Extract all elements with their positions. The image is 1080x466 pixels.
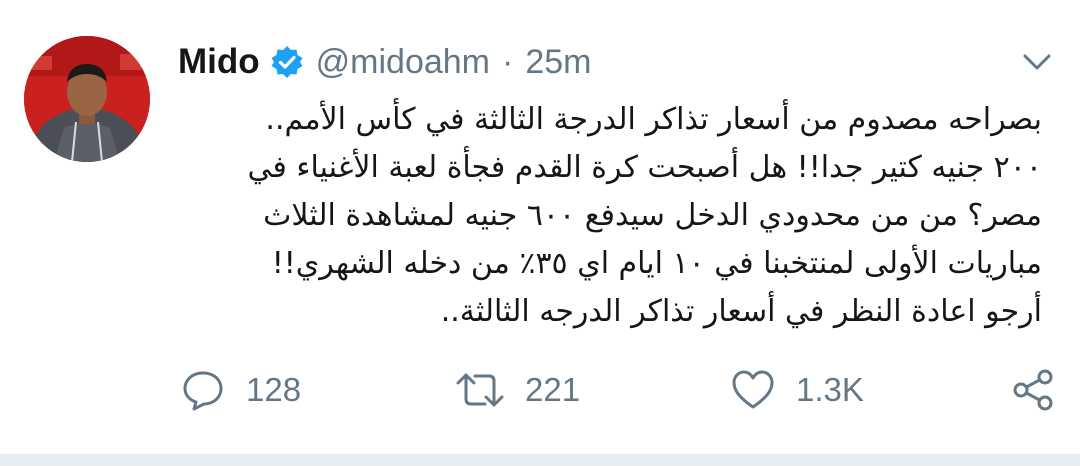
retweet-count: 221 <box>525 371 581 408</box>
like-count: 1.3K <box>796 371 864 408</box>
tweet-header: Mido @midoahm · 25m <box>178 40 591 84</box>
timestamp[interactable]: 25m <box>525 43 591 82</box>
separator-dot: · <box>502 42 514 81</box>
action-bar: 128 221 1.3K <box>0 360 1080 420</box>
verified-badge-icon <box>270 45 304 79</box>
tweet-card[interactable]: Mido @midoahm · 25m بصراحه مصدوم من أسعا… <box>0 0 1080 454</box>
tweet-text: بصراحه مصدوم من أسعار تذاكر الدرجة الثال… <box>172 96 1043 336</box>
reply-button[interactable]: 128 <box>180 360 301 420</box>
display-name[interactable]: Mido <box>178 42 260 82</box>
tweet-text-line: أرجو اعادة النظر في أسعار تذاكر الدرجه ا… <box>440 294 1042 329</box>
heart-icon <box>732 370 774 409</box>
like-button[interactable]: 1.3K <box>730 360 864 420</box>
reply-count: 128 <box>246 371 302 408</box>
retweet-button[interactable]: 221 <box>455 360 580 420</box>
user-handle[interactable]: @midoahm <box>316 43 490 82</box>
tweet-text-line: ٢٠٠ جنيه كتير جدا!! هل أصبحت كرة القدم ف… <box>247 150 1043 185</box>
share-icon <box>1013 369 1053 411</box>
avatar[interactable] <box>24 36 150 162</box>
share-button[interactable] <box>1010 360 1056 420</box>
reply-icon <box>183 371 223 411</box>
retweet-icon <box>456 373 504 407</box>
divider <box>0 454 1080 466</box>
tweet-text-line: مصر؟ من من محدودي الدخل سيدفع ٦٠٠ جنيه ل… <box>263 198 1042 233</box>
tweet-text-line: بصراحه مصدوم من أسعار تذاكر الدرجة الثال… <box>265 102 1042 137</box>
chevron-down-icon[interactable] <box>1020 48 1054 76</box>
avatar-photo <box>24 36 150 162</box>
tweet-text-line: مباريات الأولى لمنتخبنا في ١٠ ايام اي ٣٥… <box>271 246 1042 281</box>
